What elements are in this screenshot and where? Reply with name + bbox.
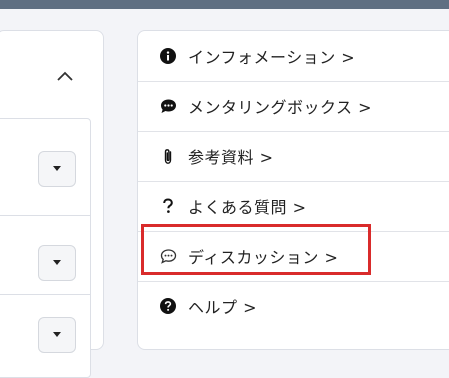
menu-panel: インフォメーション > メンタリングボックス > 参考資料 > よくある質問 >… bbox=[137, 30, 449, 350]
menu-item-faq[interactable]: よくある質問 > bbox=[138, 181, 449, 231]
menu-item-label: インフォメーション > bbox=[188, 48, 356, 67]
top-bar bbox=[0, 0, 449, 9]
help-circle-icon bbox=[159, 297, 177, 315]
menu-item-discussion[interactable]: ディスカッション > bbox=[138, 231, 449, 281]
question-mark-icon bbox=[159, 197, 177, 215]
dropdown-button-2[interactable] bbox=[38, 245, 76, 281]
collapse-button[interactable] bbox=[53, 64, 77, 88]
caret-down-icon bbox=[53, 332, 61, 337]
menu-item-information[interactable]: インフォメーション > bbox=[138, 31, 449, 81]
dropdown-button-3[interactable] bbox=[38, 317, 76, 353]
row-divider bbox=[0, 215, 90, 216]
menu-item-label: 参考資料 > bbox=[188, 148, 274, 167]
menu-item-mentoring-box[interactable]: メンタリングボックス > bbox=[138, 81, 449, 131]
discussion-icon bbox=[159, 247, 177, 265]
left-panel bbox=[0, 30, 104, 378]
chevron-up-icon bbox=[57, 71, 73, 81]
menu-item-label: よくある質問 > bbox=[188, 198, 307, 217]
menu-item-help[interactable]: ヘルプ > bbox=[138, 281, 449, 331]
dropdown-button-1[interactable] bbox=[38, 151, 76, 187]
caret-down-icon bbox=[53, 260, 61, 265]
filter-list bbox=[0, 118, 91, 378]
menu-item-label: ディスカッション > bbox=[188, 248, 339, 267]
menu-item-label: メンタリングボックス > bbox=[188, 98, 373, 117]
menu-item-label: ヘルプ > bbox=[188, 298, 257, 317]
chat-bubble-icon bbox=[159, 97, 177, 115]
info-icon bbox=[159, 47, 177, 65]
caret-down-icon bbox=[53, 166, 61, 171]
paperclip-icon bbox=[159, 147, 177, 165]
menu-item-reference-materials[interactable]: 参考資料 > bbox=[138, 131, 449, 181]
row-divider bbox=[0, 294, 90, 295]
